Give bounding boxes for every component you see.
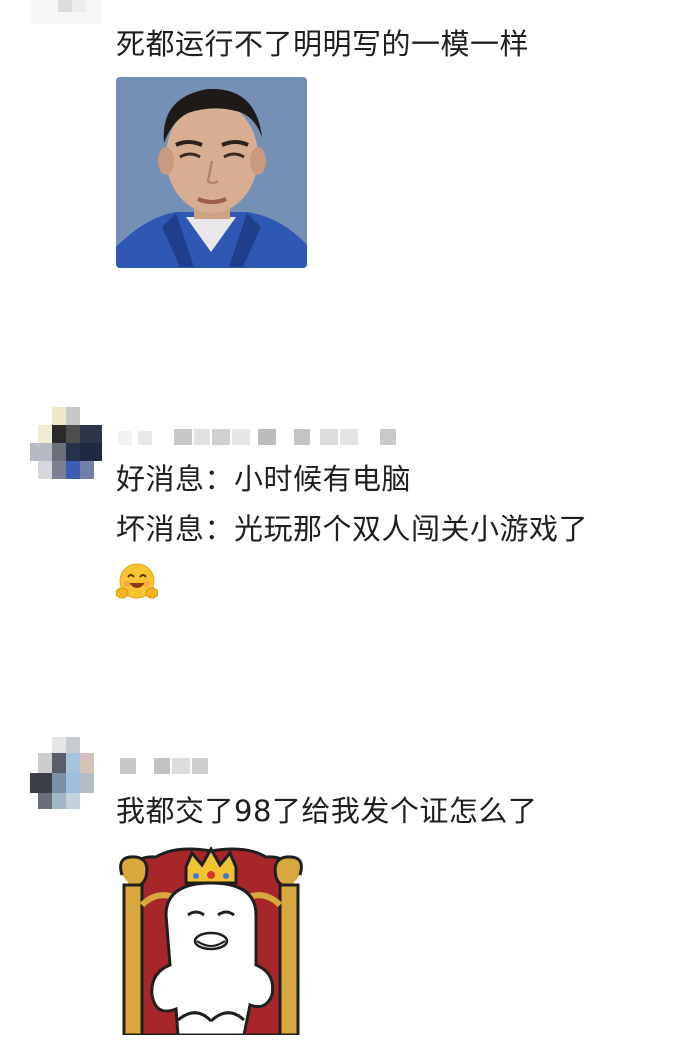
username-pixelated[interactable] <box>118 425 408 449</box>
comment-text: 我都交了98了给我发个证怎么了 <box>116 794 538 828</box>
comment-text: 死都运行不了明明写的一模一样 <box>116 27 530 61</box>
avatar[interactable] <box>30 407 102 479</box>
smiling-hug-emoji <box>115 562 159 602</box>
comment-text-line-1: 好消息：小时候有电脑 <box>116 462 412 496</box>
avatar[interactable] <box>30 0 102 24</box>
avatar[interactable] <box>30 737 102 809</box>
student-id-photo[interactable] <box>116 77 307 268</box>
king-throne-meme[interactable] <box>116 845 306 1035</box>
username-pixelated[interactable] <box>118 754 228 778</box>
username-pixelated[interactable] <box>118 0 318 16</box>
comment-text-line-2: 坏消息：光玩那个双人闯关小游戏了 <box>116 512 589 546</box>
